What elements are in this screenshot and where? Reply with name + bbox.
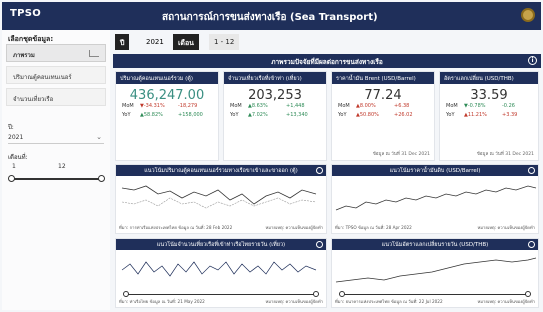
- sidebar-item-vessel-trips[interactable]: จำนวนเที่ยวเรือ: [6, 88, 106, 106]
- info-icon[interactable]: [316, 241, 323, 248]
- brent-trend-plot: [335, 185, 537, 211]
- sidebar-item-overview[interactable]: ภาพรวม: [6, 44, 106, 62]
- month-label: เดือนที่:: [8, 154, 28, 161]
- info-icon[interactable]: i: [528, 56, 537, 65]
- app-header: TPSO สถานการณ์การขนส่งทางเรือ (Sea Trans…: [2, 2, 541, 30]
- month-range-values: 1 12: [12, 163, 66, 170]
- kpi-card-vessel-trips: จำนวนเที่ยวเรือที่เข้าท่า (เที่ยว) 203,2…: [223, 71, 327, 161]
- month-tag: เดือน: [173, 34, 199, 50]
- bar-chart-icon: [89, 50, 99, 57]
- month-value: 1 - 12: [209, 34, 240, 50]
- slider-handle-start[interactable]: [123, 291, 129, 297]
- kpi-value: 33.59: [470, 88, 508, 103]
- month-range-slider[interactable]: [8, 175, 105, 182]
- year-tag: ปี: [115, 34, 130, 50]
- logo: TPSO: [10, 8, 42, 19]
- info-icon[interactable]: [528, 167, 535, 174]
- chevron-down-icon: ⌄: [96, 133, 102, 141]
- vessel-trips-plot: [121, 261, 317, 277]
- info-icon[interactable]: [316, 167, 323, 174]
- kpi-card-containers: ปริมาณตู้คอนเทนเนอร์รวม (ตู้) 436,247.00…: [115, 71, 219, 161]
- sidebar-item-containers[interactable]: ปริมาณตู้คอนเทนเนอร์: [6, 66, 106, 84]
- kpi-value: 203,253: [248, 88, 302, 103]
- main-content: ปี 2021 เดือน 1 - 12 ภาพรวมปัจจัยที่มีผล…: [113, 30, 541, 310]
- kpi-value: 436,247.00: [129, 88, 205, 103]
- year-label: ปี:: [8, 124, 14, 131]
- emblem-icon: [521, 8, 535, 22]
- kpi-card-fx: อัตราแลกเปลี่ยน (USD/THB) 33.59 MoM ▼-0.7…: [439, 71, 539, 161]
- kpi-value: 77.24: [364, 88, 402, 103]
- app-frame: TPSO สถานการณ์การขนส่งทางเรือ (Sea Trans…: [0, 0, 543, 312]
- chart-vessel-trips-trend: แนวโน้มจำนวนเที่ยวเรือที่เข้าท่าเรือไทยร…: [115, 238, 327, 308]
- info-icon[interactable]: [528, 241, 535, 248]
- slider-handle-start[interactable]: [8, 175, 15, 182]
- sidebar: เลือกชุดข้อมูล: ภาพรวม ปริมาณตู้คอนเทนเน…: [2, 30, 110, 310]
- chart-fx-trend: แนวโน้มอัตราแลกเปลี่ยนรายวัน (USD/THB) ท…: [331, 238, 539, 308]
- year-select[interactable]: 2021 ⌄: [8, 132, 104, 144]
- container-trend-plot: [121, 185, 317, 209]
- section-banner: ภาพรวมปัจจัยที่มีผลต่อการขนส่งทางเรือ i: [113, 54, 541, 68]
- slider-handle-end[interactable]: [525, 291, 531, 297]
- slider-handle-end[interactable]: [313, 291, 319, 297]
- period-bar: ปี 2021 เดือน 1 - 12: [113, 32, 541, 52]
- chart-containers-trend: แนวโน้มปริมาณตู้คอนเทนเนอร์รวมทางเรือขาเ…: [115, 164, 327, 234]
- date-range-slider[interactable]: [123, 291, 319, 297]
- year-value: 2021: [146, 38, 164, 46]
- slider-handle-end[interactable]: [98, 175, 105, 182]
- page-title: สถานการณ์การขนส่งทางเรือ (Sea Transport): [162, 12, 378, 23]
- kpi-card-brent: ราคาน้ำมัน Brent (USD/Barrel) 77.24 MoM ▲…: [331, 71, 435, 161]
- chart-brent-trend: แนวโน้มราคาน้ำมันดิบ (USD/Barrel) ที่มา:…: [331, 164, 539, 234]
- date-range-slider[interactable]: [339, 291, 531, 297]
- fx-trend-plot: [335, 257, 537, 283]
- slider-handle-start[interactable]: [339, 291, 345, 297]
